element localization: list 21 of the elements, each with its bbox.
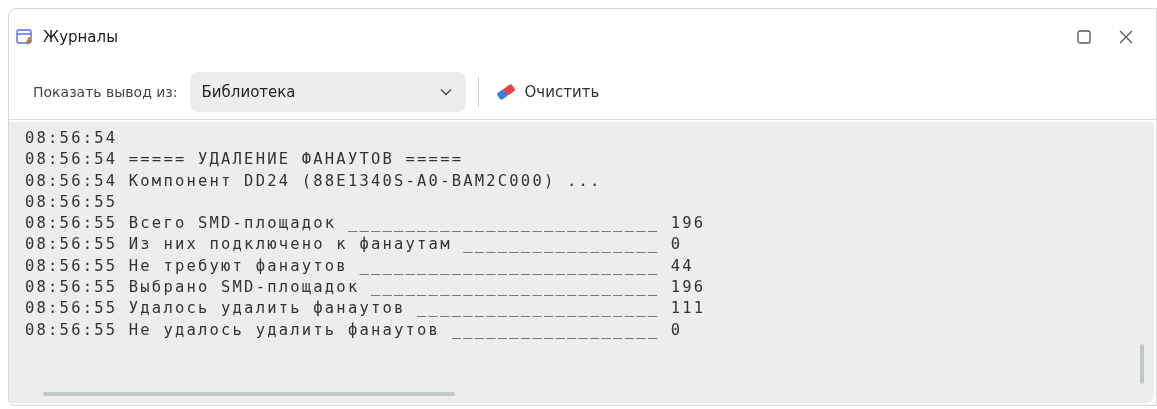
clear-button[interactable]: Очистить: [490, 82, 604, 102]
horizontal-scrollbar[interactable]: [43, 392, 455, 396]
close-icon[interactable]: [1118, 29, 1134, 45]
window-title: Журналы: [43, 28, 118, 46]
chevron-down-icon: [439, 88, 452, 96]
log-line: 08:56:54: [25, 128, 119, 149]
log-line: 08:56:55 Удалось удалить фанаутов _____________________ 111: [25, 298, 707, 320]
log-line: 08:56:55 Не требуют фанаутов __________________________ 44: [25, 255, 695, 277]
window-lightning-icon: [15, 27, 35, 47]
log-line: 08:56:54 ===== УДАЛЕНИЕ ФАНАУТОВ =====: [25, 149, 465, 171]
maximize-icon[interactable]: [1076, 29, 1092, 45]
vertical-scrollbar[interactable]: [1140, 344, 1144, 384]
log-line: 08:56:55 Всего SMD-площадок ___________________________ 196: [25, 213, 707, 235]
log-line: 08:56:55 Выбрано SMD-площадок _________________________ 196: [25, 277, 707, 299]
eraser-icon: [494, 82, 517, 102]
log-line: 08:56:55: [25, 191, 119, 213]
log-line: 08:56:55 Из них подключено к фанаутам _________________ 0: [25, 234, 684, 256]
log-line: 08:56:54 Компонент DD24 (88E1340S-A0-BAM2C000) ...: [25, 170, 603, 192]
log-line: 08:56:55 Не удалось удалить фанаутов __________________ 0: [25, 319, 684, 341]
source-label: Показать вывод из:: [33, 84, 178, 100]
source-dropdown[interactable]: Библиотека: [189, 72, 466, 112]
